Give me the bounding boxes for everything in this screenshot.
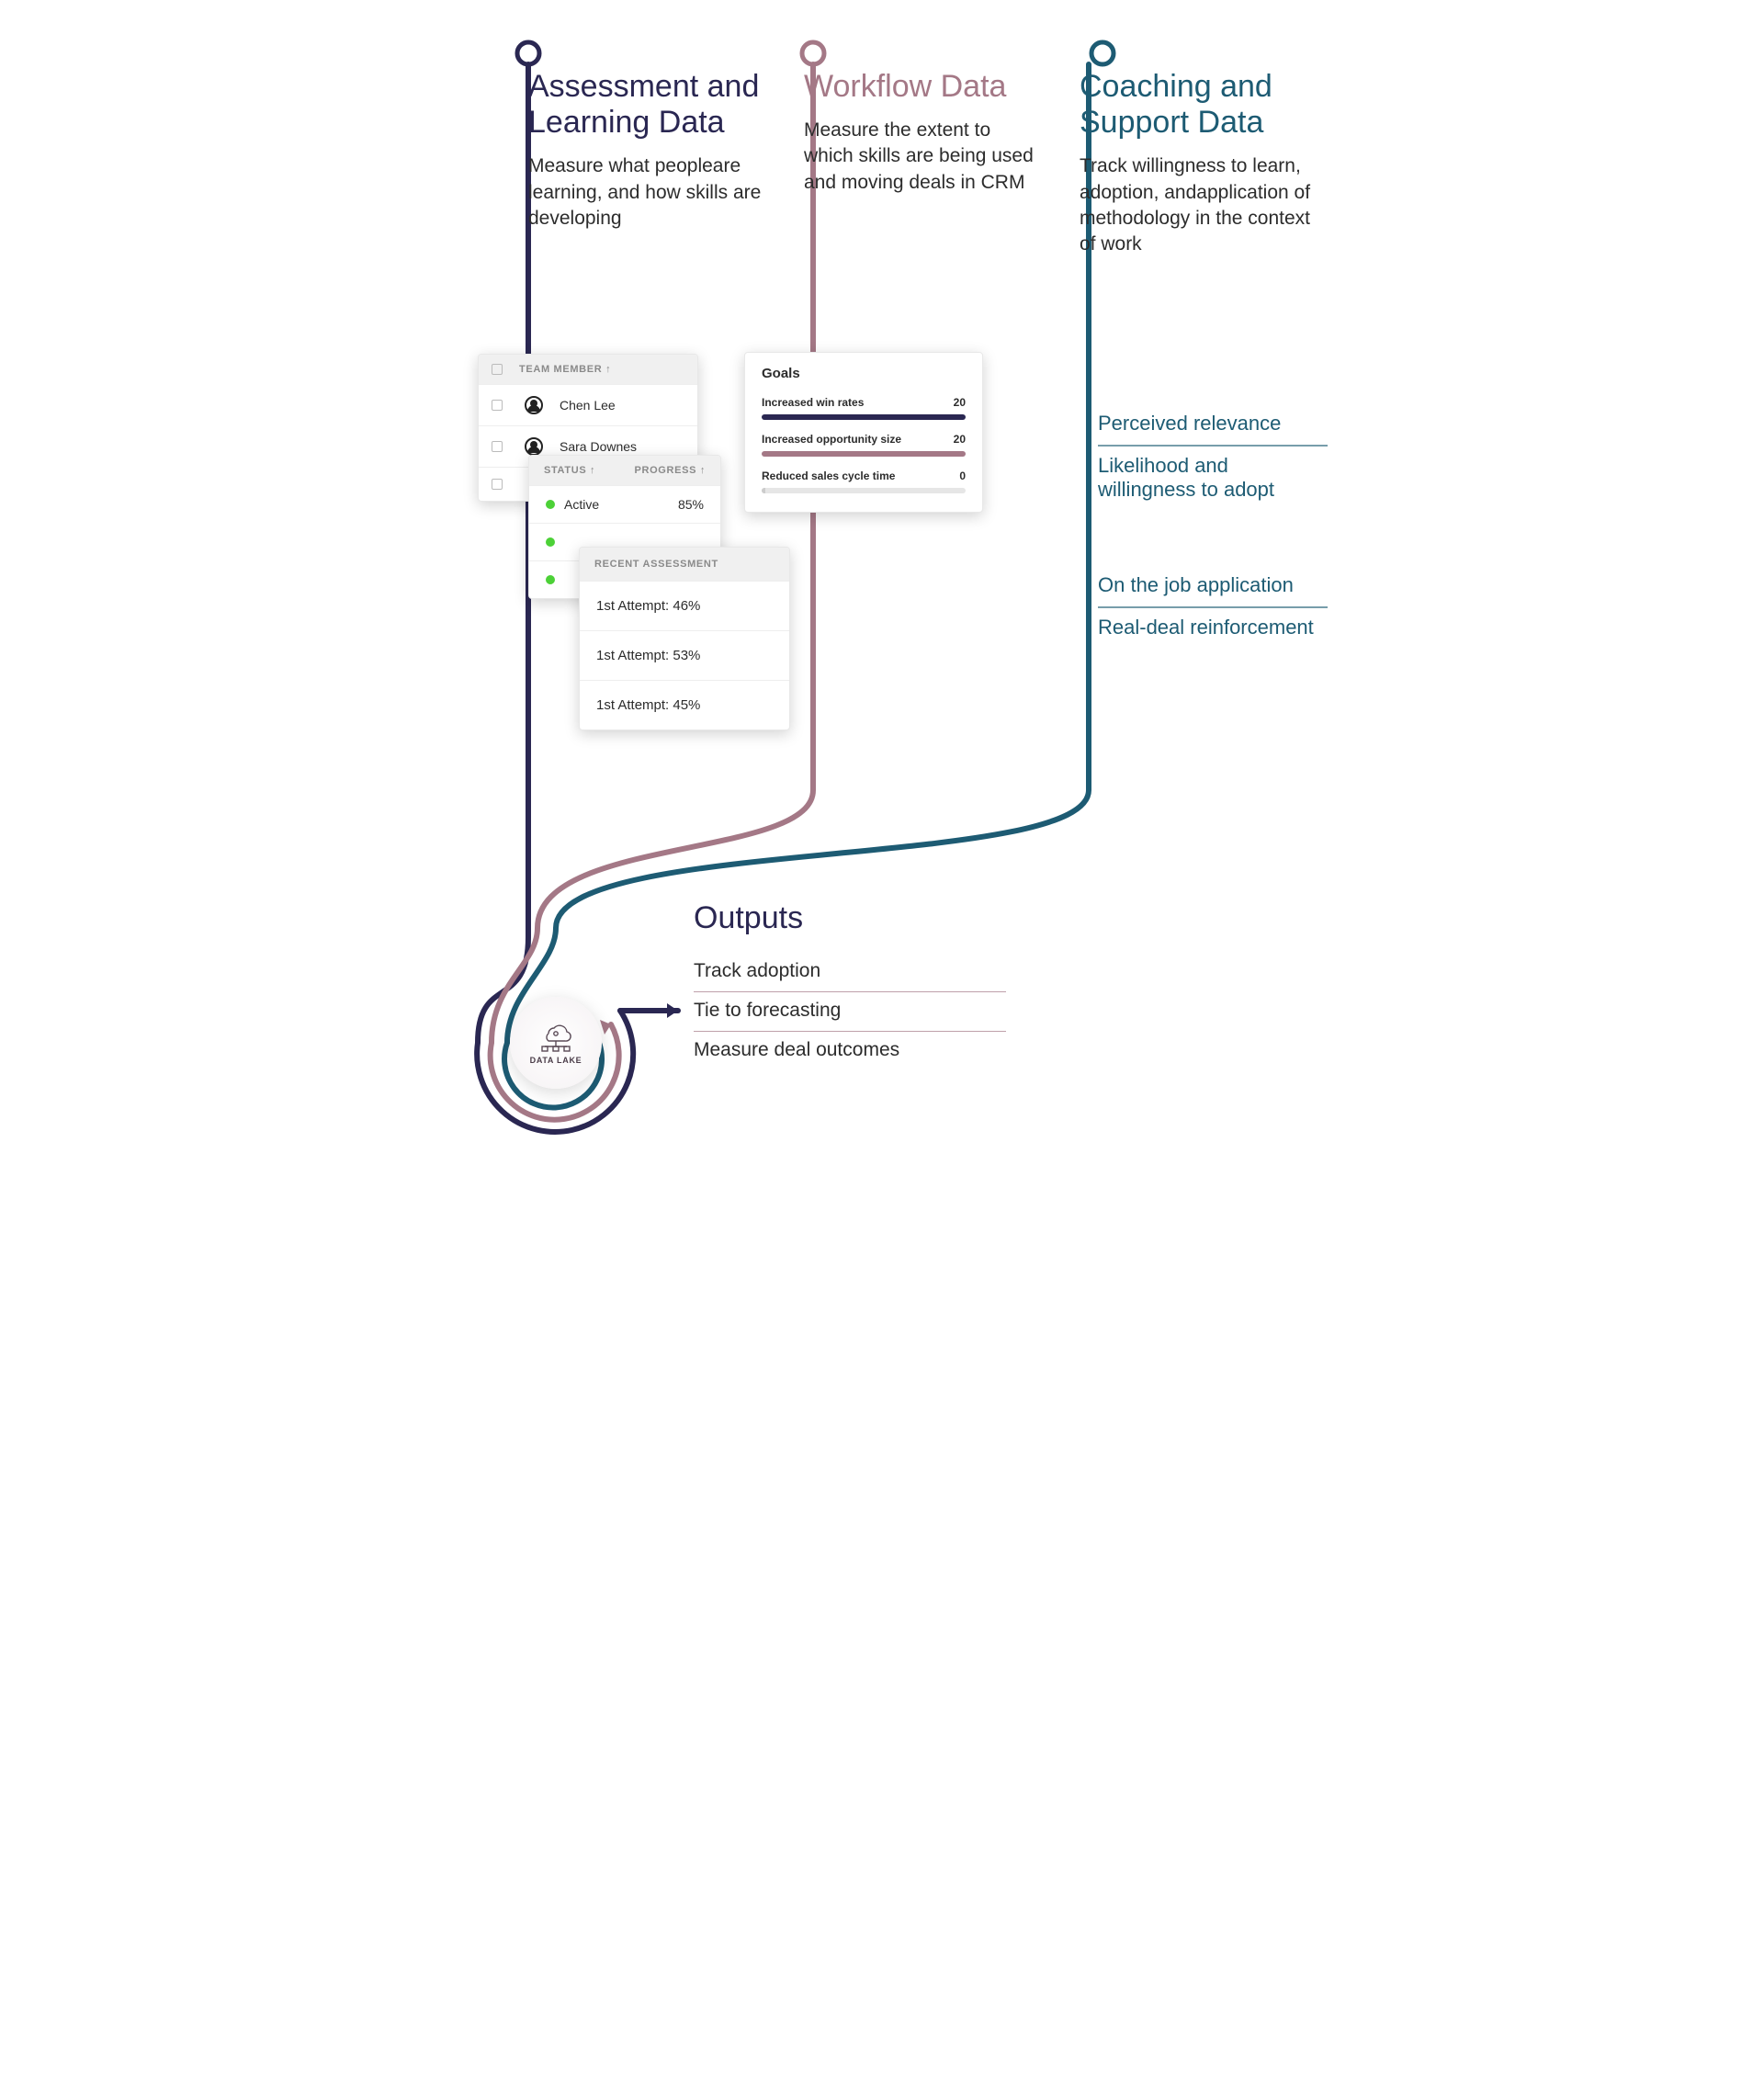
avatar-icon [525,396,543,414]
goals-card: Goals Increased win rates 20 Increased o… [744,352,983,513]
assessment-header: RECENT ASSESSMENT [580,548,789,581]
team-row: Chen Lee [479,384,697,425]
coaching-item: Perceived relevance [1098,404,1328,445]
output-item: Measure deal outcomes [694,1032,1006,1070]
data-lake-node: DATA LAKE [510,997,602,1089]
status-row: Active 85% [529,485,720,523]
goals-title: Goals [745,353,982,387]
assessment-row: 1st Attempt: 53% [580,630,789,680]
checkbox-icon [492,400,503,411]
checkbox-icon [492,364,503,375]
goal-value: 20 [954,396,966,409]
coaching-item: Real-deal reinforcement [1098,608,1328,649]
goal-value: 0 [959,469,966,482]
workflow-desc: Measure the extent to which skills are b… [804,118,1043,196]
status-label: Active [564,497,599,512]
goal-item: Increased win rates 20 [745,387,982,424]
assessment-column: Assessment and Learning Data Measure wha… [528,69,767,232]
assessment-row: 1st Attempt: 45% [580,680,789,729]
assessment-desc: Measure what peopleare learning, and how… [528,153,767,232]
goal-label: Increased opportunity size [762,433,901,446]
goal-item: Increased opportunity size 20 [745,424,982,460]
outputs-title: Outputs [694,900,1006,936]
cloud-network-icon [536,1021,576,1054]
data-lake-label: DATA LAKE [530,1056,582,1065]
status-header-label: STATUS ↑ [544,465,595,476]
coaching-item: On the job application [1098,566,1328,606]
status-dot-icon [546,575,555,584]
coaching-title: Coaching and Support Data [1080,69,1318,141]
workflow-title: Workflow Data [804,69,1043,105]
coaching-column: Coaching and Support Data Track willingn… [1080,69,1318,258]
avatar-icon [525,437,543,456]
output-item: Tie to forecasting [694,992,1006,1031]
status-header: STATUS ↑ PROGRESS ↑ [529,456,720,485]
team-member-header: TEAM MEMBER ↑ [479,355,697,384]
assessment-row: 1st Attempt: 46% [580,581,789,630]
workflow-column: Workflow Data Measure the extent to whic… [804,69,1043,196]
assessment-card: RECENT ASSESSMENT 1st Attempt: 46% 1st A… [579,547,790,730]
team-header-label: TEAM MEMBER ↑ [519,364,611,375]
team-member-name: Chen Lee [560,398,616,413]
team-member-name: Sara Downes [560,439,637,454]
assessment-title: Assessment and Learning Data [528,69,767,141]
progress-bar [762,488,966,493]
outputs-section: Outputs Track adoption Tie to forecastin… [694,900,1006,1070]
progress-header-label: PROGRESS ↑ [634,465,706,476]
goal-item: Reduced sales cycle time 0 [745,460,982,497]
status-dot-icon [546,537,555,547]
progress-bar [762,414,966,420]
checkbox-icon [492,479,503,490]
goal-value: 20 [954,433,966,446]
goal-label: Increased win rates [762,396,864,409]
progress-value: 85% [678,497,704,512]
coaching-items-list: Perceived relevance Likelihood and willi… [1098,404,1328,649]
coaching-desc: Track willingness to learn, adoption, an… [1080,153,1318,257]
progress-bar [762,451,966,457]
checkbox-icon [492,441,503,452]
coaching-item: Likelihood and willingness to adopt [1098,447,1328,511]
output-item: Track adoption [694,953,1006,991]
status-dot-icon [546,500,555,509]
goal-label: Reduced sales cycle time [762,469,895,482]
